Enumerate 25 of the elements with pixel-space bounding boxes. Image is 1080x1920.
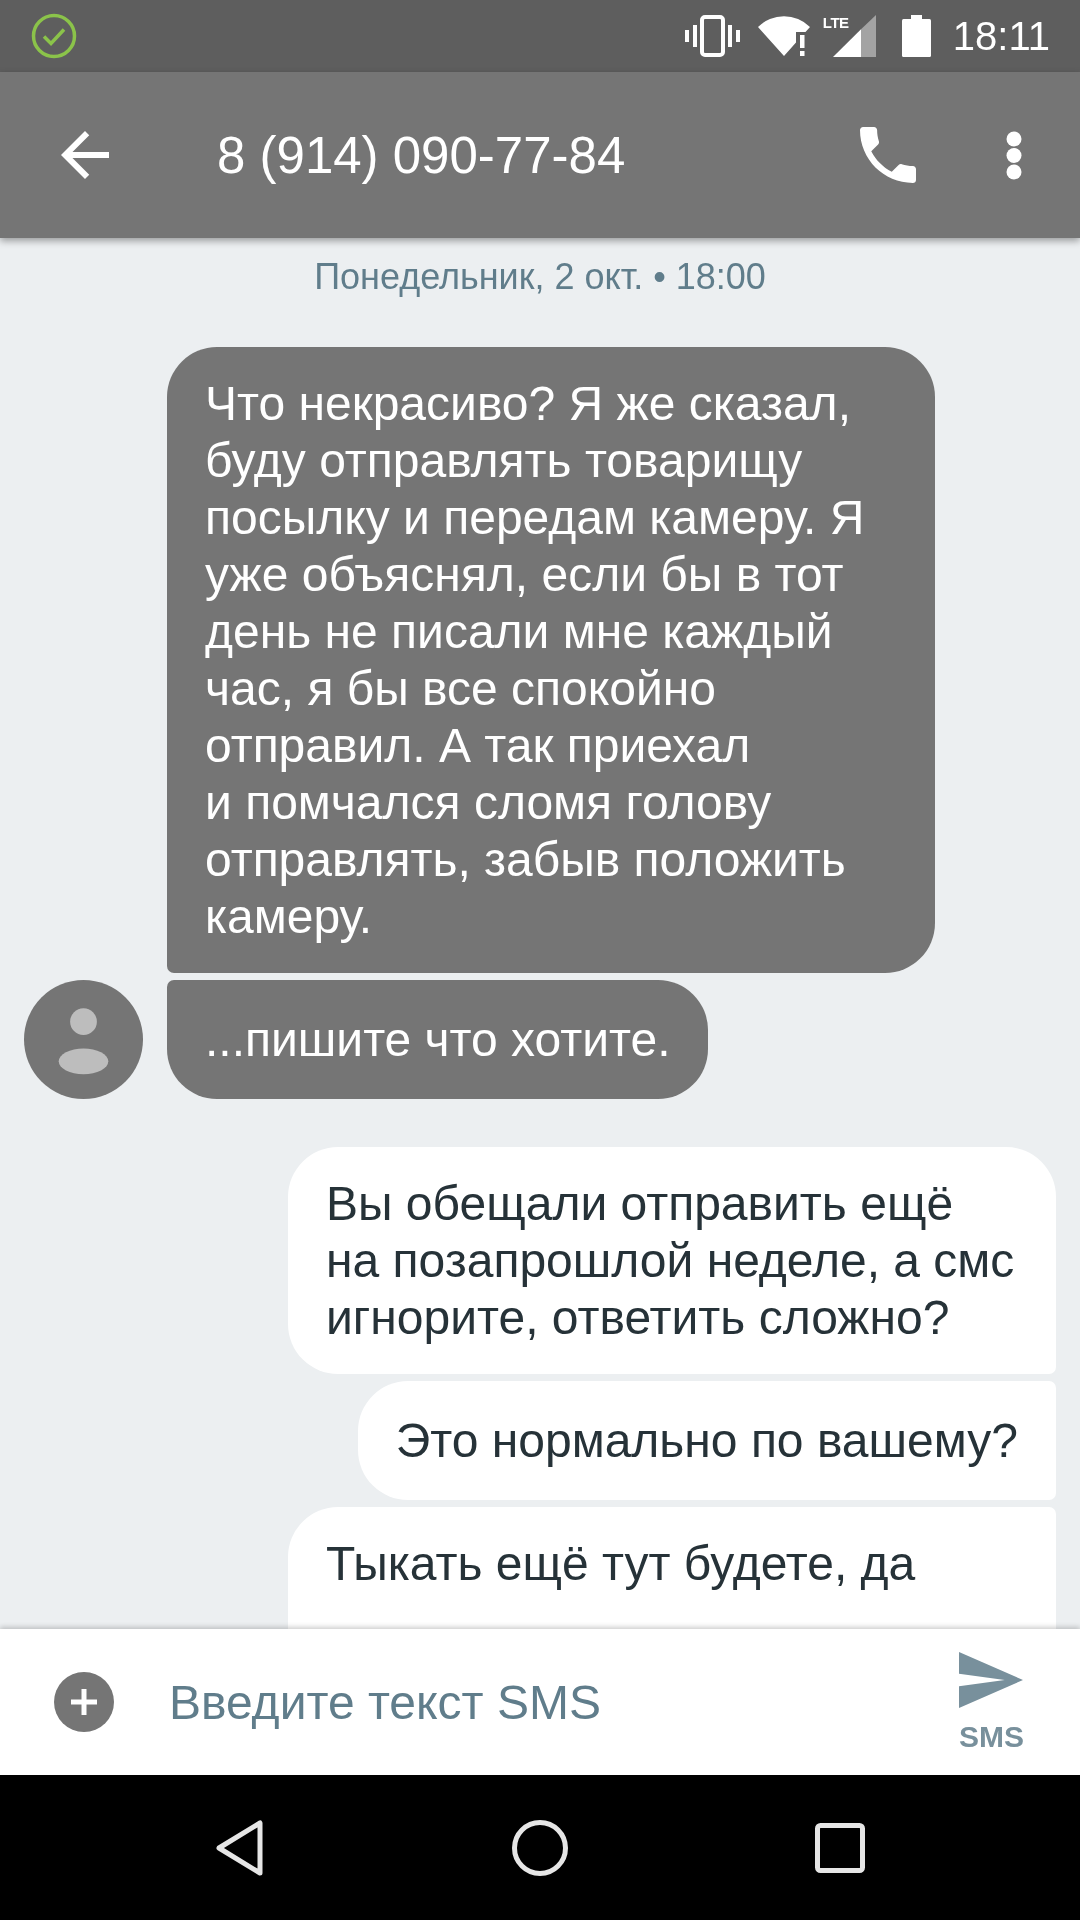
check-circle-icon (31, 13, 77, 59)
back-triangle-icon (216, 1819, 264, 1876)
wifi-alert-icon (756, 15, 812, 57)
avatar-icon[interactable] (24, 980, 143, 1099)
vertical-dots-icon (1005, 130, 1023, 180)
outgoing-message: Вы обещали отправить ещё на позапрошлой неделе, а смс игнорите, ответить сложно? (288, 1147, 1056, 1374)
incoming-message: ...пишите что хотите. (167, 980, 709, 1099)
phone-icon (860, 127, 916, 183)
send-icon (959, 1652, 1024, 1708)
arrow-left-icon (61, 131, 109, 179)
home-circle-icon (512, 1819, 568, 1876)
clock-time: 18:11 (952, 14, 1050, 58)
date-label: Понедельник, 2 окт. • 18:00 (314, 256, 766, 297)
vibrate-icon (684, 15, 740, 57)
battery-icon (901, 15, 931, 57)
message-input[interactable]: Введите текст SMS (169, 1664, 927, 1740)
network-type-label: LTE (822, 15, 849, 31)
outgoing-message: Тыкать ещё тут будете, да (288, 1507, 1056, 1629)
outgoing-message: Это нормально по вашему? (357, 1381, 1056, 1500)
message-composer[interactable]: Введите текст SMS SMS (0, 1629, 1080, 1775)
recents-square-icon (815, 1822, 865, 1873)
contact-title: 8 (914) 090-77-84 (217, 125, 626, 185)
send-button[interactable]: SMS (947, 1644, 1036, 1760)
incoming-message: Что некрасиво? Я же сказал, буду отправлять товарищу посылку и передам камеру. Я уже объяснял, если бы в тот день не писали мне каждый час, я бы все спокойно отправил. А так приехал и помчался сломя голову отправлять, забыв положить камеру. (167, 347, 935, 973)
plus-circle-icon (54, 1672, 114, 1732)
